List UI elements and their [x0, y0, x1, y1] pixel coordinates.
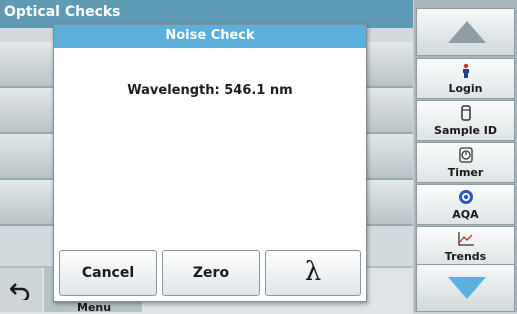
- timer-icon: [459, 147, 473, 163]
- aqa-button[interactable]: AQA: [416, 184, 515, 225]
- zero-button[interactable]: Zero: [162, 250, 260, 296]
- wavelength-readout: Wavelength: 546.1 nm: [127, 83, 293, 98]
- timer-button[interactable]: Timer: [416, 142, 515, 183]
- menu-label: Menu: [77, 301, 112, 314]
- timer-label: Timer: [447, 166, 484, 179]
- aqa-globe-icon: [459, 190, 473, 204]
- aqa-label: AQA: [452, 208, 479, 221]
- noise-check-dialog: Noise Check Wavelength: 546.1 nm Cancel …: [53, 24, 367, 302]
- sample-id-button[interactable]: Sample ID: [416, 100, 515, 141]
- sample-id-label: Sample ID: [434, 124, 497, 137]
- sample-vial-icon: [461, 105, 471, 121]
- trends-label: Trends: [444, 250, 487, 263]
- dialog-header: Noise Check: [54, 25, 366, 48]
- trends-button[interactable]: Trends: [416, 226, 515, 267]
- lambda-button[interactable]: λ: [265, 250, 361, 296]
- trends-chart-icon: [458, 232, 474, 246]
- app-title: Optical Checks: [4, 4, 121, 20]
- dialog-title: Noise Check: [165, 28, 255, 43]
- back-arrow-icon: [10, 283, 30, 300]
- login-button[interactable]: Login: [416, 58, 515, 99]
- back-button[interactable]: [0, 268, 42, 312]
- login-label: Login: [448, 82, 483, 95]
- scroll-up-button[interactable]: [416, 8, 515, 56]
- scroll-down-button[interactable]: [416, 264, 515, 312]
- cancel-button[interactable]: Cancel: [59, 250, 157, 296]
- person-icon: [463, 63, 469, 78]
- sidebar: Login Sample ID Timer AQA Trends: [414, 0, 517, 312]
- arrow-up-icon: [448, 21, 486, 43]
- arrow-down-icon: [448, 277, 486, 299]
